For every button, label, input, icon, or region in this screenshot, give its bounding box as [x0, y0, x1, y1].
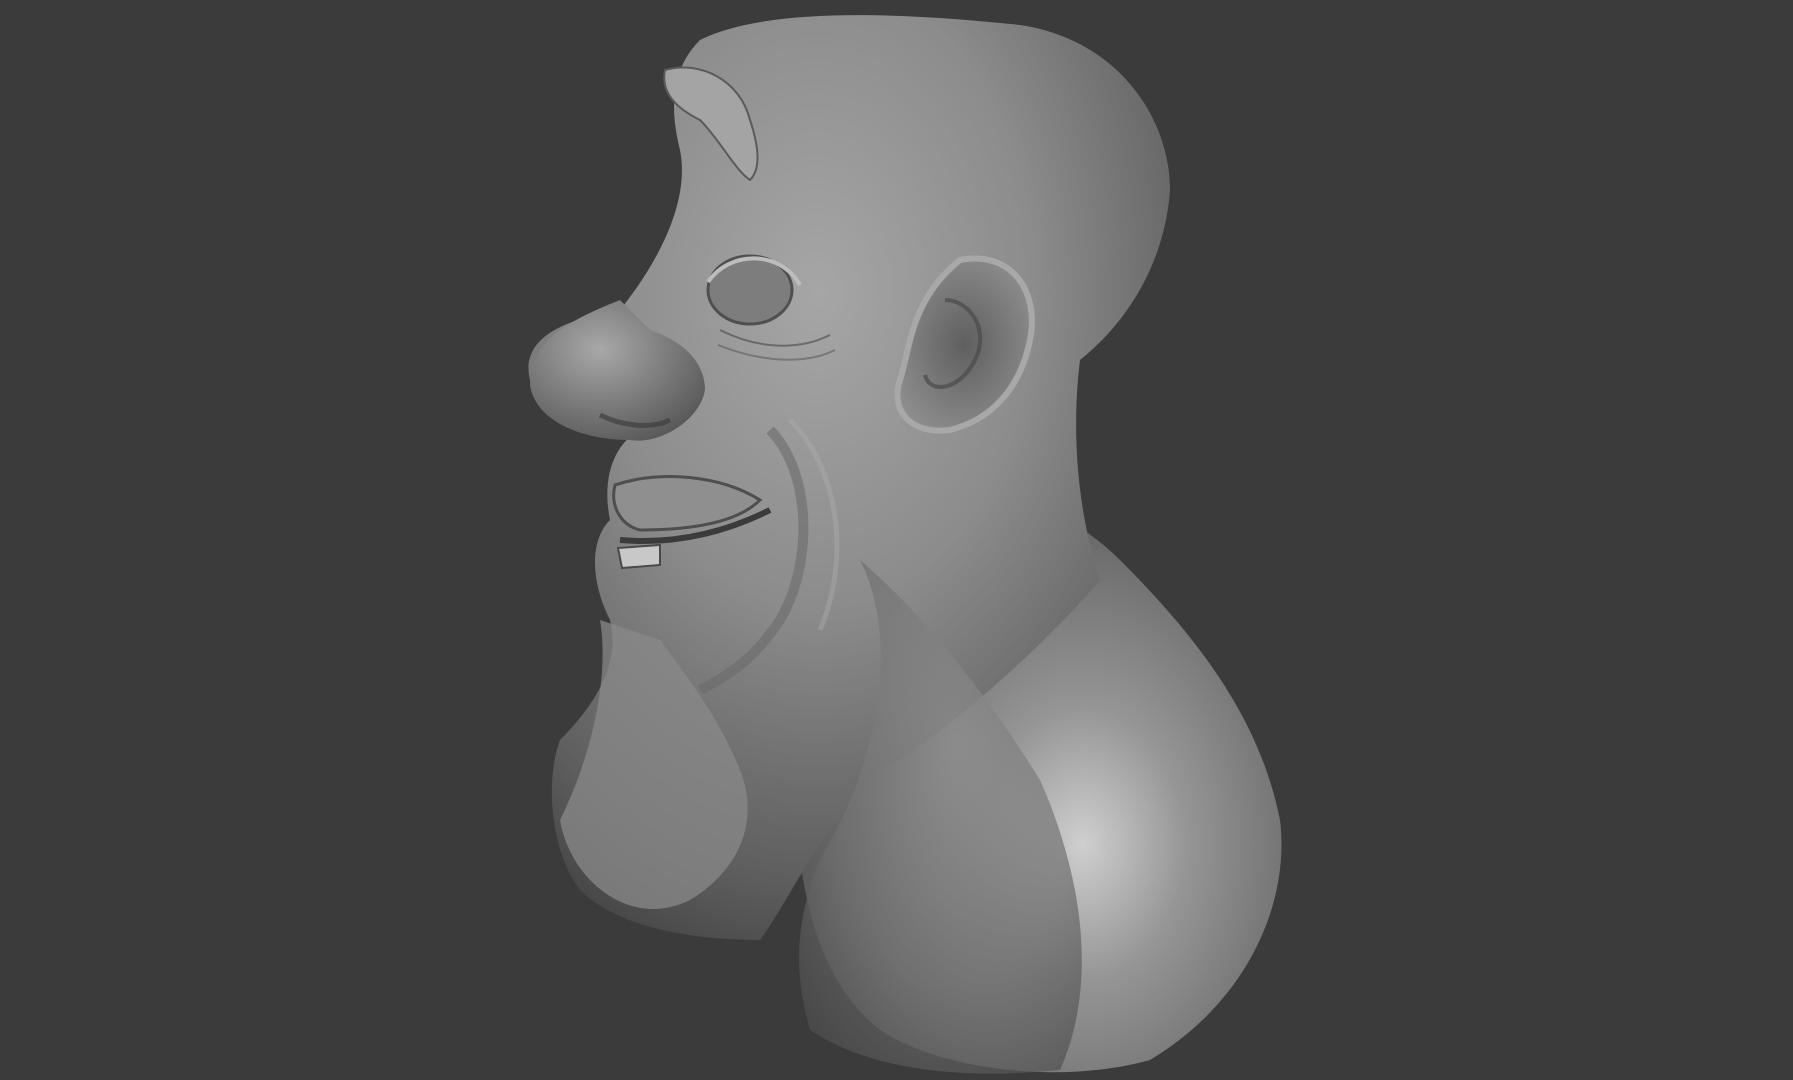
sculpt-viewport[interactable] — [0, 0, 1793, 1080]
sculpted-head-bust — [528, 15, 1282, 1074]
teeth — [616, 543, 661, 570]
